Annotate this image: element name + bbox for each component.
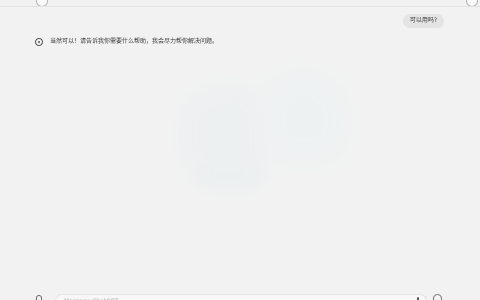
message-composer[interactable] <box>55 294 427 300</box>
send-button-icon[interactable] <box>433 294 442 300</box>
paperclip-icon[interactable] <box>36 295 42 300</box>
top-divider <box>0 6 480 7</box>
assistant-avatar-icon <box>35 38 43 46</box>
background-watermark <box>170 64 360 214</box>
chat-window: 可以用吗? 当然可以！请告诉我你需要什么帮助，我会尽力帮你解决问题。 <box>0 0 480 300</box>
assistant-message-row: 当然可以！请告诉我你需要什么帮助，我会尽力帮你解决问题。 <box>35 38 218 46</box>
user-message-bubble: 可以用吗? <box>402 14 444 28</box>
watermark-shape-right <box>260 69 350 164</box>
assistant-message-text: 当然可以！请告诉我你需要什么帮助，我会尽力帮你解决问题。 <box>50 38 219 45</box>
watermark-shape-bottom <box>195 166 265 186</box>
watermark-shape-left <box>178 84 268 194</box>
